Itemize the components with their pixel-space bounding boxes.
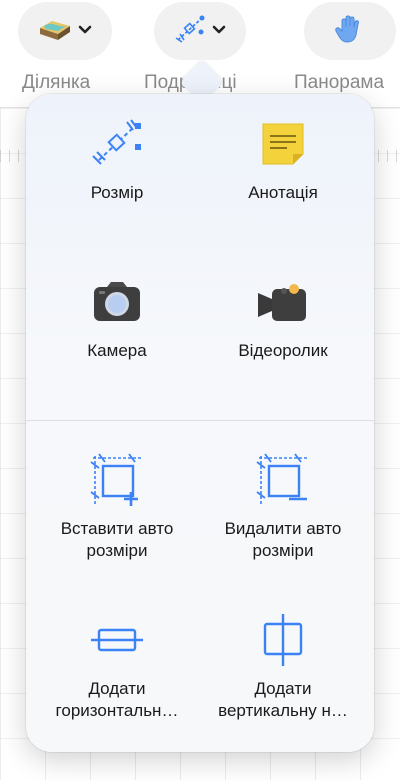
chevron-down-icon [78,22,92,40]
menu-item-label-line1: Додати [254,679,312,698]
menu-item-label-line1: Додати [88,679,146,698]
menu-item-label-line2: вертикальну н… [218,701,348,720]
panorama-button[interactable] [304,2,396,60]
menu-item-add-horizontal-guide[interactable]: Додати горизонтальн… [30,612,204,722]
dimension-icon [89,116,145,172]
vertical-guide-icon [255,612,311,668]
terrain-icon [38,16,72,47]
note-icon [259,116,307,172]
dimension-icon [174,14,206,49]
auto-dimension-add-icon [89,452,145,508]
site-button[interactable] [18,2,112,60]
horizontal-guide-icon [89,612,145,668]
panorama-label: Панорама [294,72,385,93]
menu-item-annotation[interactable]: Анотація [196,116,370,204]
menu-item-label: Камера [87,341,147,360]
menu-item-label-line2: горизонтальн… [55,701,179,720]
menu-item-label-line1: Видалити авто [224,519,342,538]
popover-divider [26,420,374,421]
menu-item-camera[interactable]: Камера [30,274,204,362]
camera-icon [91,274,143,330]
menu-item-remove-auto-dimensions[interactable]: Видалити авто розміри [196,452,370,562]
site-label: Ділянка [22,72,91,93]
menu-item-label-line2: розміри [252,541,314,560]
details-button[interactable] [154,2,246,60]
video-camera-icon [256,274,310,330]
menu-item-label: Розмір [90,183,144,202]
hand-icon [334,13,366,50]
menu-item-insert-auto-dimensions[interactable]: Вставити авто розміри [30,452,204,562]
menu-item-dimension[interactable]: Розмір [30,116,204,204]
menu-item-video[interactable]: Відеоролик [196,274,370,362]
chevron-down-icon [212,22,226,40]
menu-item-label: Відеоролик [238,341,328,360]
menu-item-add-vertical-guide[interactable]: Додати вертикальну н… [196,612,370,722]
menu-item-label-line1: Вставити авто [60,519,174,538]
auto-dimension-remove-icon [255,452,311,508]
menu-item-label: Анотація [248,183,318,202]
menu-item-label-line2: розміри [86,541,148,560]
